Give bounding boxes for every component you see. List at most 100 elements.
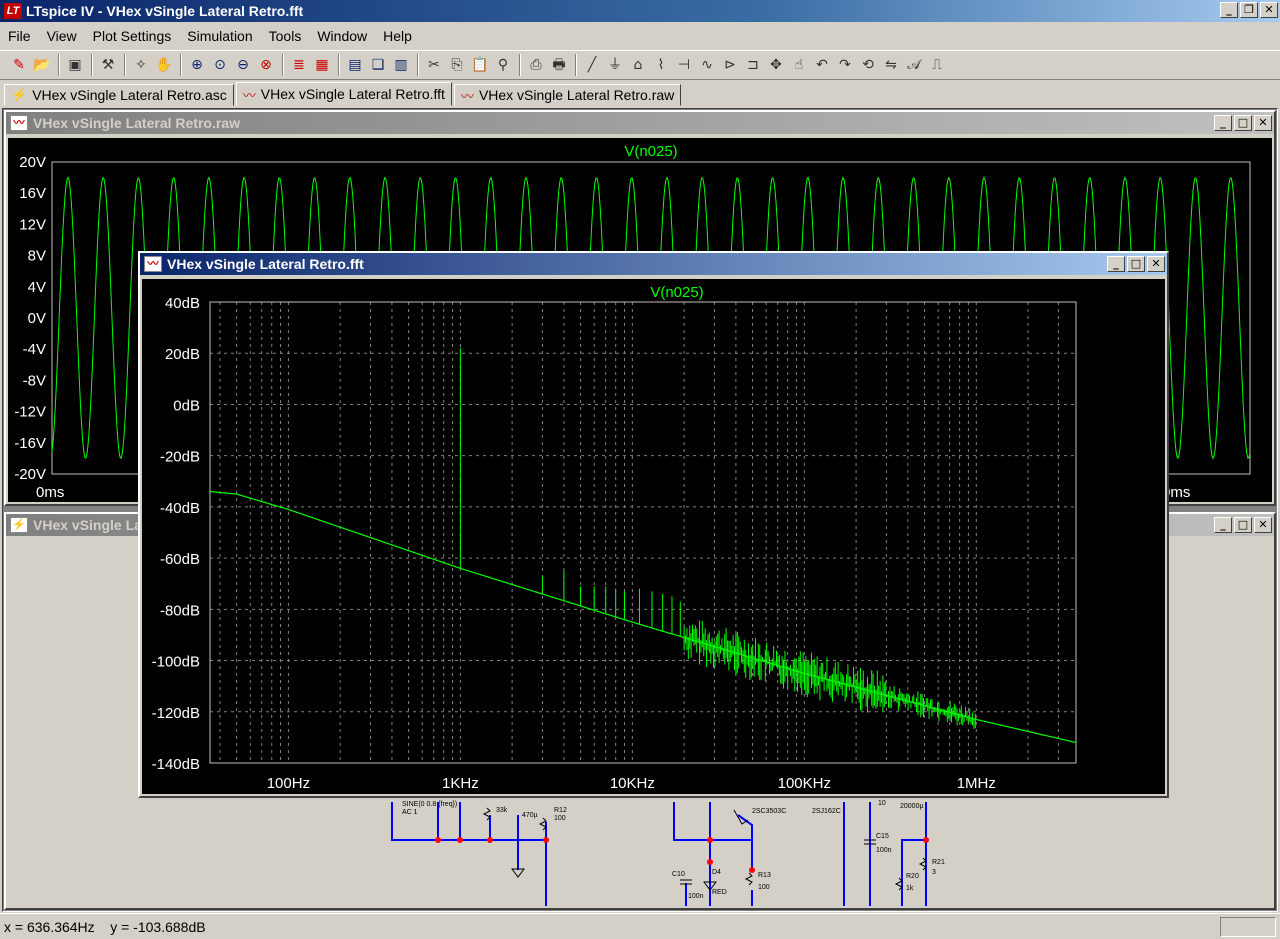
source-label: SINE(0 0.8 {freq}) [402,801,457,808]
status-pane [1220,917,1276,937]
minimize-button[interactable]: _ [1214,115,1232,131]
c10-value: 100n [688,893,704,900]
d4-value: RED [712,889,727,896]
y-tick-label: -8V [23,372,46,389]
app-titlebar[interactable]: LT LTspice IV - VHex vSingle Lateral Ret… [0,0,1280,22]
fft-window-title: VHex vSingle Lateral Retro.fft [167,256,364,272]
minimize-button[interactable]: _ [1214,517,1232,533]
fft-window[interactable]: 〰 VHex vSingle Lateral Retro.fft _ □ ✕ 4… [138,251,1169,798]
zoom-cancel-icon[interactable]: ⊗ [255,54,277,76]
menu-window[interactable]: Window [309,28,375,44]
r21-value: 3 [932,869,936,876]
junction [487,837,493,843]
tile-vertical-icon[interactable]: ▥ [390,54,412,76]
maximize-button[interactable]: □ [1234,517,1252,533]
d4-label: D4 [712,869,721,876]
menu-simulation[interactable]: Simulation [179,28,260,44]
r20-label: R20 [906,873,919,880]
fft-window-titlebar[interactable]: 〰 VHex vSingle Lateral Retro.fft _ □ ✕ [140,253,1167,275]
y-tick-label: -60dB [160,551,200,568]
undo-icon[interactable]: ↶ [811,54,833,76]
save-icon[interactable]: ▣ [64,54,86,76]
capacitor-value: 470µ [522,812,538,819]
raw-window-title: VHex vSingle Lateral Retro.raw [33,115,240,131]
schematic-icon: ⚡ [11,87,28,102]
spice-directive-icon[interactable]: ⎍ [926,54,948,76]
y-tick-label: 20dB [165,346,200,363]
mirror-icon[interactable]: ⇋ [880,54,902,76]
tab-fft[interactable]: 〰 VHex vSingle Lateral Retro.fft [235,82,452,106]
r12-label: R12 [554,807,567,814]
c10-label: C10 [672,871,685,878]
autorange-icon[interactable]: ≣ [288,54,310,76]
x-tick-label: 10KHz [610,775,655,792]
x-tick-label: 1KHz [442,775,479,792]
capacitor-icon[interactable]: ⊣ [673,54,695,76]
redo-icon[interactable]: ↷ [834,54,856,76]
menu-view[interactable]: View [39,28,85,44]
schematic-window-title: VHex vSingle La [33,517,142,533]
close-button[interactable]: ✕ [1260,2,1278,18]
r13-value: 100 [758,884,770,891]
zoom-out-icon[interactable]: ⊙ [209,54,231,76]
pan-icon[interactable]: ✋ [153,54,175,76]
cut-icon[interactable]: ✂ [423,54,445,76]
run-icon[interactable]: ✧ [130,54,152,76]
source-ac-label: AC 1 [402,809,418,816]
new-schematic-icon[interactable]: ✎ [8,54,30,76]
copy-icon[interactable]: ⎘ [446,54,468,76]
diode-icon[interactable]: ⊳ [719,54,741,76]
ground-symbol [511,868,525,878]
paste-icon[interactable]: 📋 [469,54,491,76]
tile-horizontal-icon[interactable]: ▤ [344,54,366,76]
wire-icon[interactable]: ╱ [581,54,603,76]
label-icon[interactable]: ⌂ [627,54,649,76]
fft-window-buttons: _ □ ✕ [1107,256,1165,272]
x-tick-label: 100KHz [778,775,831,792]
component-icon[interactable]: ⊐ [742,54,764,76]
menu-help[interactable]: Help [375,28,420,44]
minimize-button[interactable]: _ [1220,2,1238,18]
close-button[interactable]: ✕ [1254,517,1272,533]
close-button[interactable]: ✕ [1254,115,1272,131]
y-tick-label: 20V [19,154,46,171]
schematic-icon: ⚡ [10,517,28,533]
resistor-icon[interactable]: ⌇ [650,54,672,76]
schematic-components [482,807,927,891]
toolbar-separator [417,54,419,76]
text-icon[interactable]: 𝒜 [903,54,925,76]
open-icon[interactable]: 📂 [31,54,53,76]
zoom-full-icon[interactable]: ⊖ [232,54,254,76]
move-icon[interactable]: ✥ [765,54,787,76]
menu-tools[interactable]: Tools [261,28,310,44]
maximize-button[interactable]: □ [1234,115,1252,131]
fft-spectrum-chart[interactable]: 40dB 20dB 0dB -20dB -40dB -60dB -80dB -100dB -12… [142,279,1165,794]
menu-plot-settings[interactable]: Plot Settings [85,28,180,44]
minimize-button[interactable]: _ [1107,256,1125,272]
zoom-in-icon[interactable]: ⊕ [186,54,208,76]
x-tick-label: 100Hz [267,775,310,792]
rotate-icon[interactable]: ⟲ [857,54,879,76]
toolbar-separator [519,54,521,76]
junction [457,837,463,843]
cascade-icon[interactable]: ❏ [367,54,389,76]
print-preview-icon[interactable]: ⎙ [525,54,547,76]
transistor-label: 2SC3503C [752,808,786,815]
grid-icon[interactable]: ▦ [311,54,333,76]
menu-file[interactable]: File [0,28,39,44]
inductor-icon[interactable]: ∿ [696,54,718,76]
waveform-icon: 〰 [242,87,256,103]
drag-icon[interactable]: ☝ [788,54,810,76]
find-icon[interactable]: ⚲ [492,54,514,76]
maximize-button[interactable]: □ [1127,256,1145,272]
ground-icon[interactable]: ⏚ [604,54,626,76]
toolbar-separator [58,54,60,76]
tab-asc[interactable]: ⚡ VHex vSingle Lateral Retro.asc [4,84,234,106]
print-icon[interactable]: 🖶 [548,54,570,76]
fft-plot-pane[interactable]: 40dB 20dB 0dB -20dB -40dB -60dB -80dB -100dB -12… [142,279,1165,794]
raw-window-titlebar[interactable]: 〰 VHex vSingle Lateral Retro.raw _ □ ✕ [6,112,1274,134]
restore-button[interactable]: ❐ [1240,2,1258,18]
close-button[interactable]: ✕ [1147,256,1165,272]
tab-raw[interactable]: 〰 VHex vSingle Lateral Retro.raw [453,84,682,106]
control-panel-icon[interactable]: ⚒ [97,54,119,76]
